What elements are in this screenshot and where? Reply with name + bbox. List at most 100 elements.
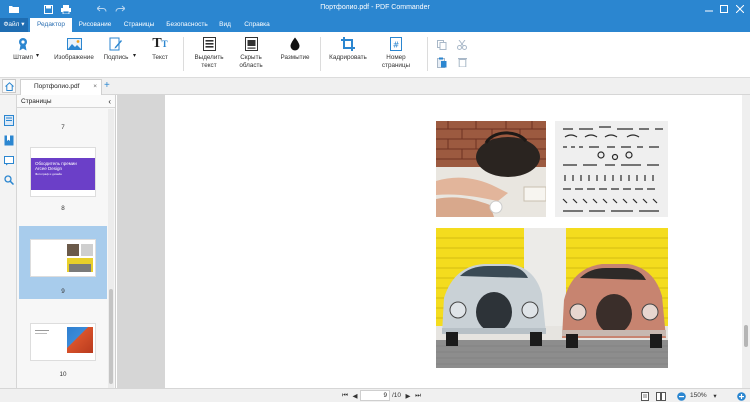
page-number-button[interactable]: # Номер страницы [374, 36, 418, 69]
title-bar: Портфолио.pdf - PDF Commander [0, 0, 750, 18]
page-thumbnail-9[interactable] [30, 239, 96, 277]
page-number-icon: # [388, 36, 404, 52]
photo-disassembled-parts[interactable] [555, 121, 668, 217]
close-window-icon[interactable] [734, 3, 746, 15]
page-total-label: /10 [392, 392, 402, 399]
image-button[interactable]: Изображение [52, 36, 96, 62]
hide-area-button[interactable]: Скрыть область [234, 36, 268, 69]
ribbon: Штамп ▾ Изображение Подпись ▾ TT Текст В… [0, 32, 750, 78]
cut-icon[interactable] [456, 39, 468, 51]
image-label: Изображение [54, 54, 94, 61]
comments-icon[interactable] [3, 155, 14, 166]
text-button[interactable]: TT Текст [148, 36, 172, 62]
blur-button[interactable]: Размытие [278, 36, 312, 62]
document-tab-label: Портфолио.pdf [34, 83, 80, 90]
page-thumbnail-8[interactable]: Обходитель премии Arcee Design Фотограф … [30, 147, 96, 197]
highlight-text-button[interactable]: Выделить текст [192, 36, 226, 69]
photo-leather-bag[interactable] [436, 121, 546, 217]
menu-security[interactable]: Безопасность [162, 18, 212, 32]
menu-bar: Файл ▾ Редактор Рисование Страницы Безоп… [0, 18, 750, 32]
first-page-icon[interactable]: ⏮ [340, 391, 350, 401]
document-tab[interactable]: Портфолио.pdf × [20, 79, 102, 95]
window-title: Портфолио.pdf - PDF Commander [320, 4, 430, 11]
close-tab-icon[interactable]: × [93, 80, 97, 94]
crop-button[interactable]: Кадрировать [326, 36, 370, 62]
hide-area-label: Скрыть область [239, 54, 263, 69]
bookmark-icon[interactable] [3, 135, 14, 146]
sign-label: Подпись [103, 54, 129, 61]
thumbnail-text: Arcee Design [35, 166, 63, 171]
zoom-dropdown-icon[interactable]: ▾ [710, 391, 720, 401]
page-number-label: 10 [59, 371, 67, 378]
hide-area-icon [243, 36, 259, 52]
text-label: Текст [152, 54, 168, 61]
last-page-icon[interactable]: ⏭ [413, 391, 423, 401]
thumbnail-text: Фотограф и дизайн [35, 172, 62, 176]
copy-icon[interactable] [436, 39, 448, 51]
page-number-label: 8 [61, 205, 65, 212]
crop-label: Кадрировать [329, 54, 367, 61]
single-page-view-icon[interactable] [640, 391, 650, 401]
document-viewer [117, 95, 750, 388]
menu-drawing[interactable]: Рисование [74, 18, 116, 32]
menu-help[interactable]: Справка [240, 18, 274, 32]
menu-editor[interactable]: Редактор [30, 18, 72, 32]
ribbon-divider [427, 37, 428, 71]
zoom-level: 150% [690, 392, 707, 399]
ribbon-divider [183, 37, 184, 71]
sign-dropdown-icon[interactable]: ▾ [133, 52, 136, 59]
menu-view[interactable]: Вид [214, 18, 236, 32]
crop-icon [340, 36, 356, 52]
stamp-button[interactable]: Штамп [8, 36, 38, 62]
collapse-panel-icon[interactable]: ‹ [108, 95, 111, 108]
scrollbar-thumb[interactable] [744, 325, 748, 347]
page-number-input[interactable]: 9 [360, 390, 390, 401]
blur-label: Размытие [280, 54, 310, 61]
document-tab-bar: Портфолио.pdf × + [0, 78, 750, 95]
pages-panel-icon[interactable] [3, 115, 14, 126]
home-icon[interactable] [2, 79, 16, 93]
photo-vintage-cars[interactable] [436, 228, 668, 368]
pages-panel-title: Страницы [21, 98, 52, 105]
menu-file[interactable]: Файл ▾ [0, 18, 28, 32]
stamp-label: Штамп [13, 54, 33, 61]
zoom-in-icon[interactable] [736, 391, 746, 401]
page-number-label: Номер страницы [381, 54, 411, 69]
stamp-dropdown-icon[interactable]: ▾ [36, 52, 39, 59]
page-thumbnail-10[interactable] [30, 323, 96, 361]
signature-icon [108, 36, 124, 52]
paste-icon[interactable] [436, 56, 448, 68]
next-page-icon[interactable]: ▶ [403, 391, 413, 401]
status-bar: ⏮ ◀ 9 /10 ▶ ⏭ 150% ▾ [0, 388, 750, 402]
prev-page-icon[interactable]: ◀ [350, 391, 360, 401]
delete-icon[interactable] [456, 56, 468, 68]
page-number-label: 9 [61, 288, 65, 295]
menu-pages[interactable]: Страницы [118, 18, 160, 32]
blur-drop-icon [287, 36, 303, 52]
menu-file-label: Файл [3, 21, 20, 28]
add-tab-icon[interactable]: + [104, 79, 110, 92]
stamp-icon [15, 36, 31, 52]
pages-panel-header: Страницы ‹ [17, 95, 115, 108]
svg-text:#: # [393, 41, 400, 50]
text-icon: TT [152, 36, 168, 51]
image-icon [66, 36, 82, 52]
highlight-text-label: Выделить текст [194, 54, 224, 69]
search-icon[interactable] [3, 174, 14, 185]
sign-button[interactable]: Подпись [101, 36, 131, 62]
thumbnails-scrollbar[interactable] [108, 109, 114, 388]
ribbon-divider [320, 37, 321, 71]
thumbnail-purple-banner: Обходитель премии Arcee Design Фотограф … [31, 158, 95, 190]
left-tool-strip [0, 95, 17, 388]
viewer-scrollbar[interactable] [742, 95, 750, 388]
pages-panel: Страницы ‹ 7 Обходитель премии Arcee Des… [17, 95, 116, 388]
page-number-label: 7 [61, 124, 65, 131]
scrollbar-thumb[interactable] [109, 289, 113, 384]
maximize-icon[interactable] [718, 3, 730, 15]
page-thumbnails: 7 Обходитель премии Arcee Design Фотогра… [17, 109, 109, 388]
minimize-icon[interactable] [703, 3, 715, 15]
highlight-text-icon [201, 36, 217, 52]
two-page-view-icon[interactable] [656, 391, 666, 401]
document-page [165, 95, 745, 388]
zoom-out-icon[interactable] [676, 391, 686, 401]
